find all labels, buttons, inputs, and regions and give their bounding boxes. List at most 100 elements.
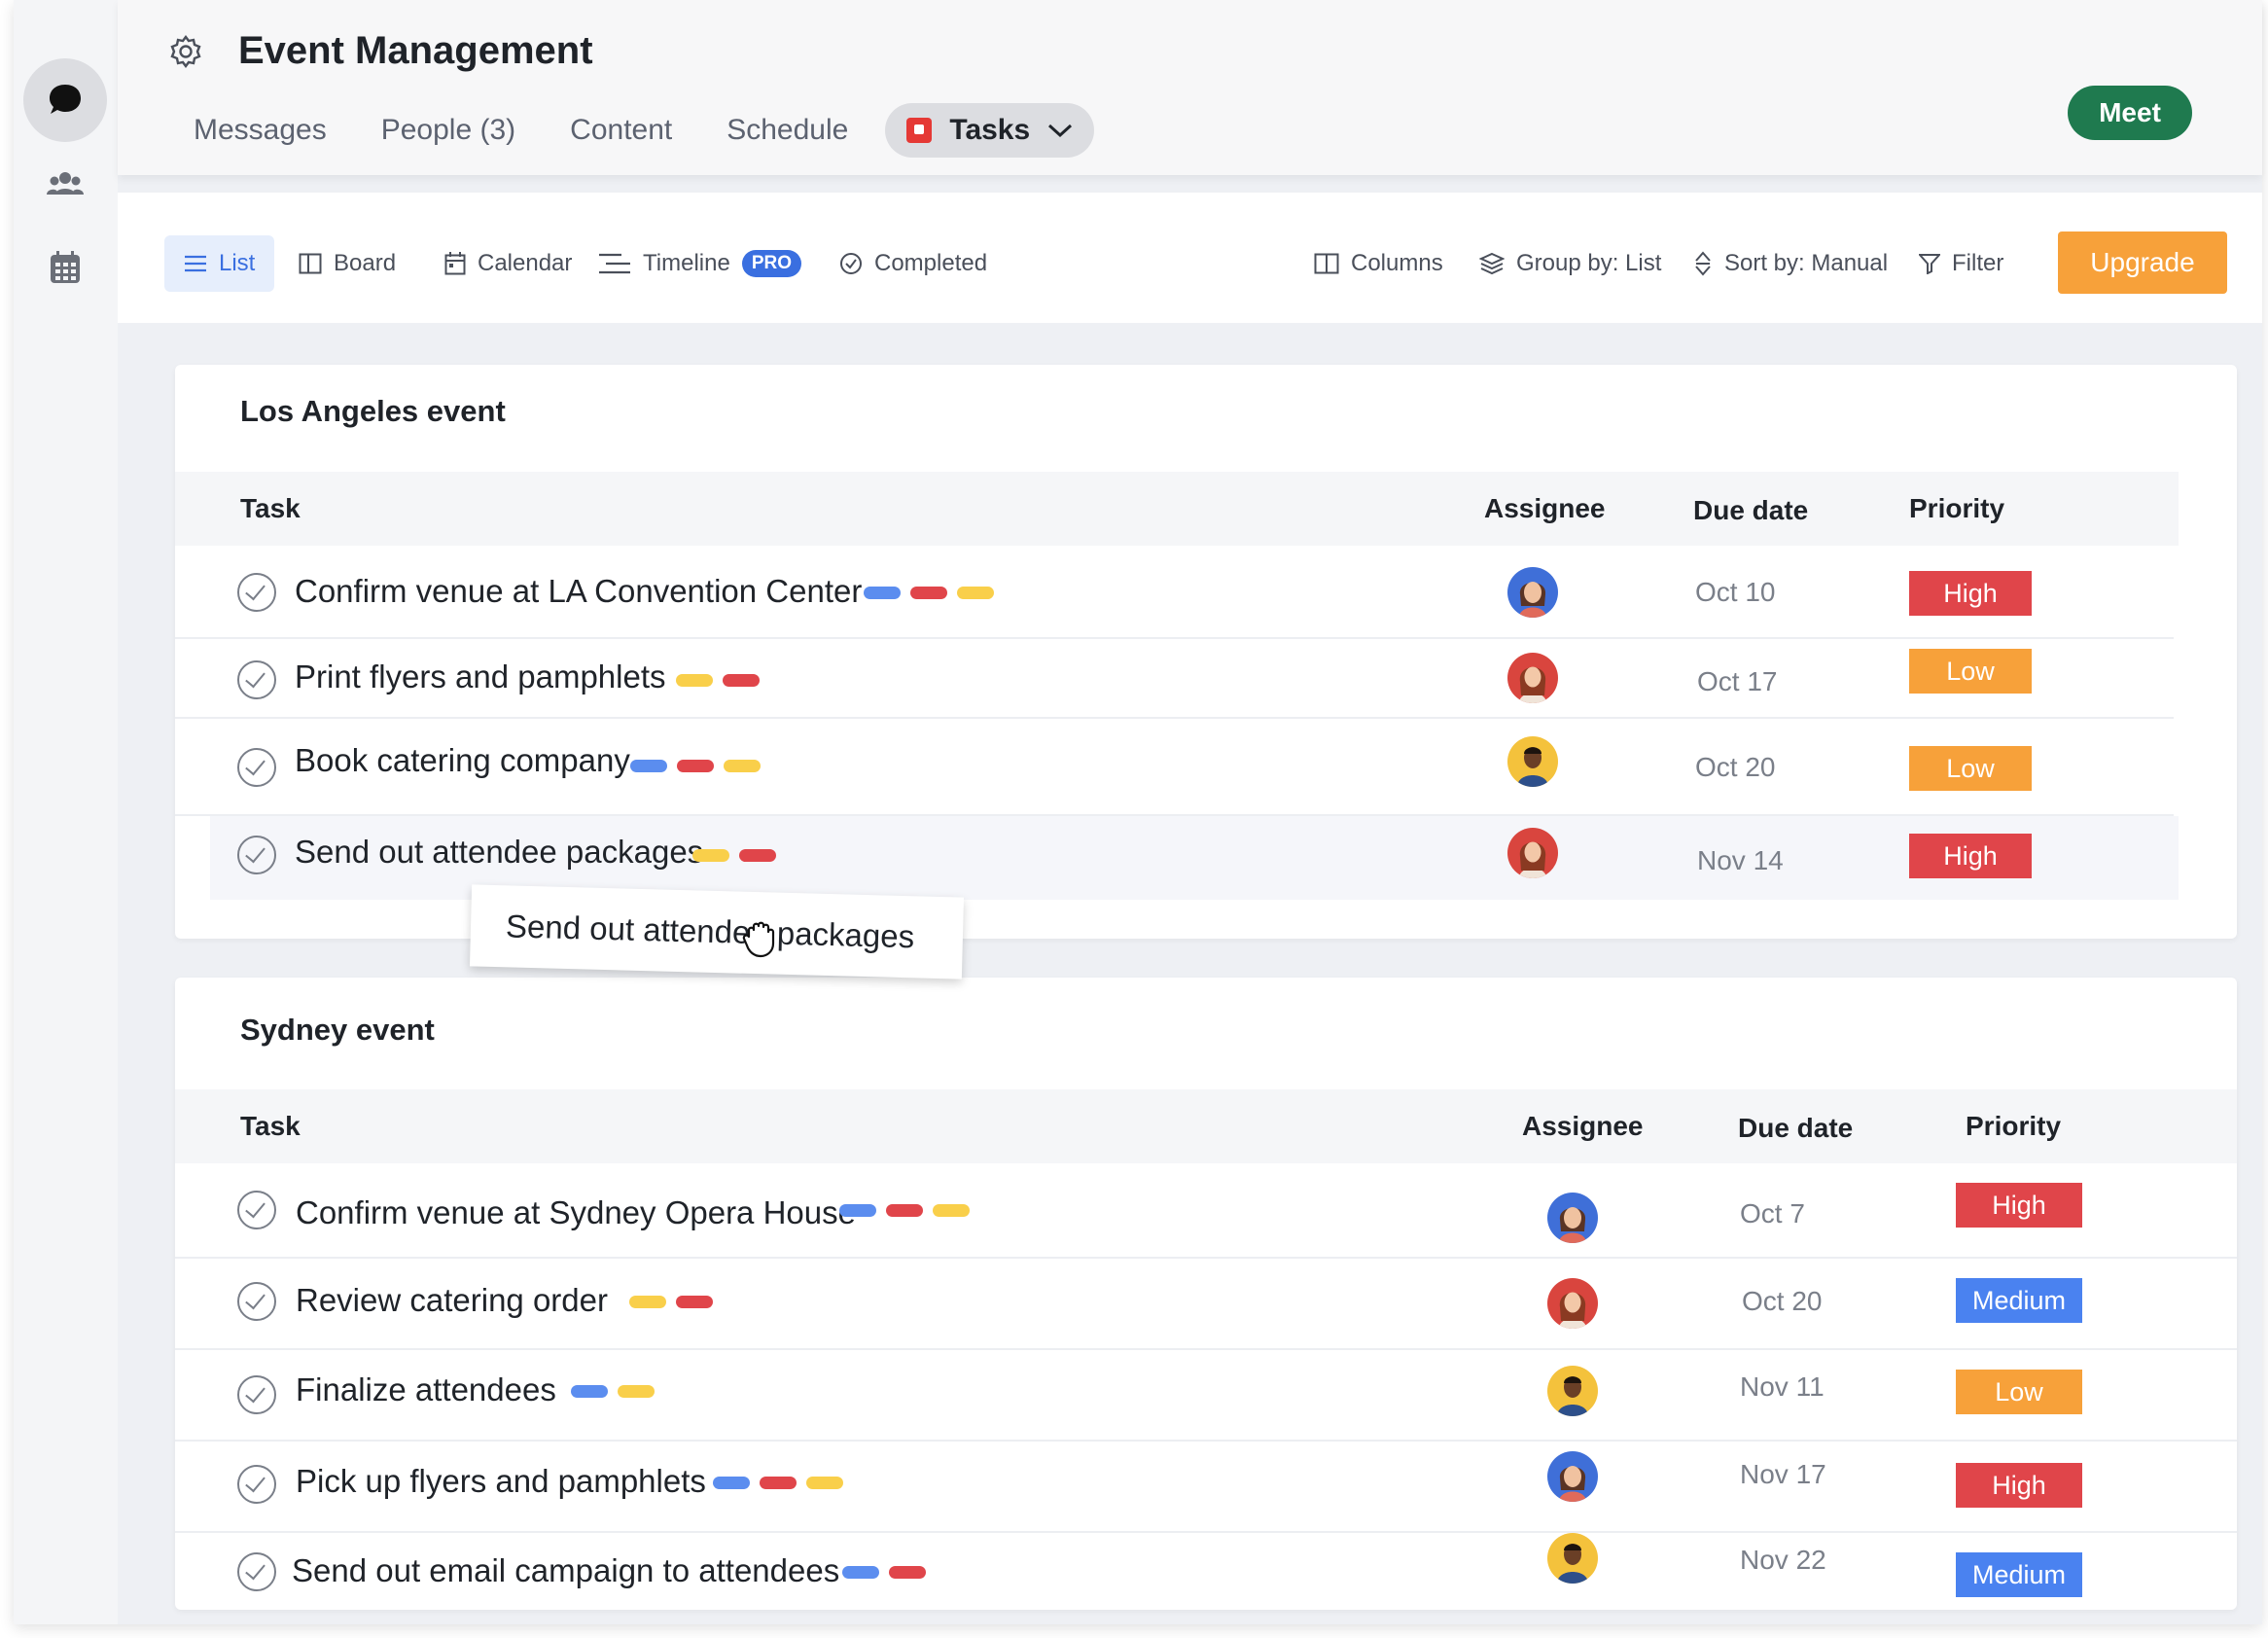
layers-icon [1479, 252, 1505, 275]
view-list-label: List [219, 250, 256, 276]
tag-yellow [957, 587, 994, 599]
table-row[interactable]: Confirm venue at LA Convention Center Oc… [175, 546, 2174, 639]
sidebar-item-people[interactable] [23, 142, 107, 226]
complete-checkbox[interactable] [237, 1282, 276, 1321]
view-board-button[interactable]: Board [299, 235, 396, 292]
tab-content[interactable]: Content [543, 103, 699, 158]
task-name[interactable]: Pick up flyers and pamphlets [296, 1463, 706, 1500]
priority-badge[interactable]: Low [1956, 1370, 2082, 1414]
complete-checkbox[interactable] [237, 660, 276, 699]
tag-blue [842, 1566, 879, 1579]
task-name[interactable]: Confirm venue at LA Convention Center [295, 573, 862, 610]
view-list-button[interactable]: List [164, 235, 275, 292]
table-row[interactable]: Pick up flyers and pamphlets Nov 17 High [175, 1442, 2237, 1533]
view-completed-label: Completed [874, 250, 988, 276]
priority-badge[interactable]: High [1909, 571, 2032, 616]
complete-checkbox[interactable] [237, 836, 276, 874]
group-title: Los Angeles event [240, 394, 506, 428]
group-card-la: Los Angeles event Task Assignee Due date… [175, 365, 2237, 939]
table-row[interactable]: Confirm venue at Sydney Opera House Oct … [175, 1163, 2237, 1259]
meet-button[interactable]: Meet [2068, 86, 2192, 140]
due-date: Nov 11 [1740, 1371, 1825, 1402]
sidebar-item-calendar[interactable] [23, 226, 107, 309]
avatar[interactable] [1547, 1451, 1598, 1502]
view-completed-button[interactable]: Completed [839, 235, 987, 292]
task-name[interactable]: Finalize attendees [296, 1371, 556, 1408]
priority-badge[interactable]: High [1956, 1183, 2082, 1228]
sort-icon [1695, 251, 1711, 276]
task-tags [839, 1204, 970, 1217]
tag-yellow [933, 1204, 970, 1217]
priority-badge[interactable]: Medium [1956, 1552, 2082, 1597]
tab-tasks[interactable]: Tasks [885, 103, 1095, 158]
timeline-icon [599, 253, 630, 274]
sort-label: Sort by: Manual [1724, 250, 1889, 276]
project-header: Event Management Messages People (3) Con… [118, 0, 2262, 175]
upgrade-button[interactable]: Upgrade [2058, 231, 2227, 294]
complete-checkbox[interactable] [237, 1465, 276, 1504]
sidebar-item-messages[interactable] [23, 58, 107, 142]
task-tags [864, 587, 994, 599]
view-calendar-button[interactable]: Calendar [444, 235, 572, 292]
tab-people[interactable]: People (3) [354, 103, 543, 158]
priority-badge[interactable]: Low [1909, 746, 2032, 791]
task-name[interactable]: Print flyers and pamphlets [295, 659, 666, 695]
table-row[interactable]: Book catering company Oct 20 Low [175, 719, 2174, 816]
complete-checkbox[interactable] [237, 1375, 276, 1414]
priority-badge[interactable]: High [1956, 1463, 2082, 1508]
grab-cursor-icon [742, 921, 775, 958]
task-name[interactable]: Send out attendee packages [295, 834, 703, 871]
col-task: Task [240, 493, 301, 523]
chat-bubble-icon [50, 85, 81, 114]
due-date: Nov 22 [1740, 1545, 1826, 1575]
avatar[interactable] [1547, 1193, 1598, 1243]
tab-messages[interactable]: Messages [166, 103, 354, 158]
task-name[interactable]: Book catering company [295, 742, 630, 779]
gear-icon[interactable] [168, 34, 203, 69]
avatar[interactable] [1507, 736, 1558, 787]
columns-label: Columns [1351, 250, 1443, 276]
avatar[interactable] [1507, 653, 1558, 703]
avatar[interactable] [1507, 828, 1558, 878]
complete-checkbox[interactable] [237, 1191, 276, 1229]
task-name[interactable]: Review catering order [296, 1282, 608, 1319]
table-header: Task Assignee Due date Priority [175, 472, 2179, 546]
table-row[interactable]: Finalize attendees Nov 11 Low [175, 1350, 2237, 1442]
col-task: Task [240, 1111, 301, 1141]
tag-yellow [692, 849, 729, 862]
table-row[interactable]: Print flyers and pamphlets Oct 17 Low [175, 639, 2174, 719]
page-title: Event Management [238, 29, 593, 72]
priority-badge[interactable]: Low [1909, 649, 2032, 694]
complete-checkbox[interactable] [237, 748, 276, 787]
task-name[interactable]: Send out email campaign to attendees [292, 1552, 839, 1589]
view-timeline-button[interactable]: Timeline PRO [598, 235, 801, 292]
calendar-grid-icon [51, 251, 80, 283]
sidebar-rail [14, 0, 118, 1624]
task-name[interactable]: Confirm venue at Sydney Opera House [296, 1194, 856, 1231]
tag-red [676, 1296, 713, 1308]
complete-checkbox[interactable] [237, 1552, 276, 1591]
tag-red [677, 760, 714, 772]
complete-checkbox[interactable] [237, 573, 276, 612]
columns-icon [1314, 253, 1339, 274]
due-date: Oct 20 [1695, 752, 1776, 782]
table-row[interactable]: Send out email campaign to attendees Nov… [175, 1533, 2237, 1609]
tag-red [886, 1204, 923, 1217]
sort-button[interactable]: Sort by: Manual [1693, 235, 1888, 292]
avatar[interactable] [1547, 1533, 1598, 1584]
avatar[interactable] [1547, 1278, 1598, 1329]
table-row[interactable]: Review catering order Oct 20 Medium [175, 1259, 2237, 1350]
priority-badge[interactable]: High [1909, 834, 2032, 878]
filter-button[interactable]: Filter [1919, 235, 2003, 292]
tab-schedule[interactable]: Schedule [699, 103, 875, 158]
tag-yellow [618, 1385, 655, 1398]
avatar[interactable] [1507, 567, 1558, 618]
due-date: Oct 20 [1742, 1286, 1823, 1316]
group-by-button[interactable]: Group by: List [1479, 235, 1661, 292]
tag-blue [839, 1204, 876, 1217]
columns-button[interactable]: Columns [1314, 235, 1443, 292]
tag-blue [571, 1385, 608, 1398]
priority-badge[interactable]: Medium [1956, 1278, 2082, 1323]
tag-yellow [724, 760, 761, 772]
avatar[interactable] [1547, 1366, 1598, 1416]
